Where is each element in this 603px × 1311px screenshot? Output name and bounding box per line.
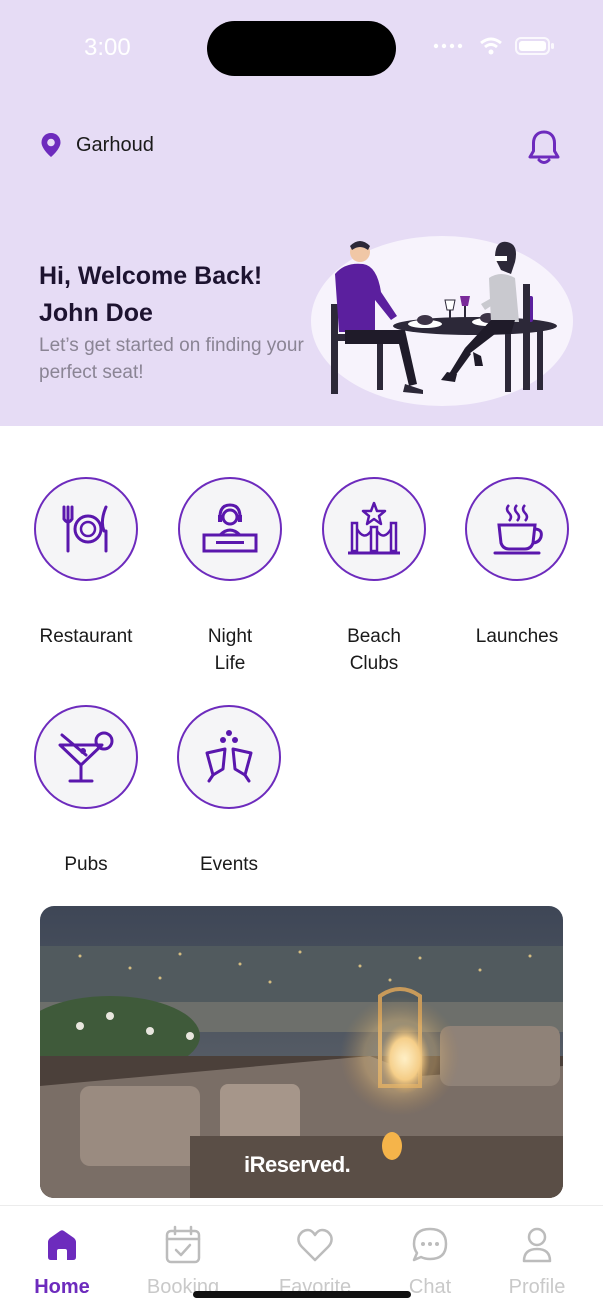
category-night-life[interactable]: Night Life: [160, 477, 300, 677]
coffee-cup-icon: [493, 504, 543, 555]
category-restaurant[interactable]: Restaurant: [16, 477, 156, 650]
tab-label: Profile: [508, 1276, 566, 1298]
stanchion-star-icon: [348, 501, 400, 555]
location-selector[interactable]: Garhoud: [40, 132, 154, 158]
location-pin-icon: [41, 133, 61, 157]
category-label: Night Life: [207, 626, 253, 674]
plate-cutlery-icon: [62, 505, 108, 553]
status-time: 3:00: [84, 34, 131, 61]
category-label: Launches: [475, 626, 559, 647]
location-name: Garhoud: [76, 133, 154, 156]
category-launches[interactable]: Launches: [447, 477, 587, 650]
welcome-subtitle: Let’s get started on finding your perfec…: [39, 335, 304, 383]
status-icons: [433, 36, 555, 56]
dining-couple-illustration: [311, 236, 573, 406]
category-label: Pubs: [64, 854, 108, 875]
promo-banner[interactable]: iReserved.: [40, 906, 563, 1198]
category-events[interactable]: Events: [159, 705, 299, 878]
tab-label: Home: [34, 1276, 90, 1298]
restaurant-circle: [34, 477, 138, 581]
profile-icon: [522, 1227, 552, 1263]
night-life-circle: [178, 477, 282, 581]
calendar-icon: [165, 1225, 201, 1264]
home-icon: [48, 1230, 76, 1260]
pubs-circle: [34, 705, 138, 809]
tab-booking[interactable]: Booking: [128, 1224, 238, 1299]
battery-icon: [515, 37, 554, 55]
home-indicator: [193, 1291, 411, 1298]
welcome-greeting: Hi, Welcome Back!: [39, 262, 263, 290]
chat-icon: [412, 1227, 448, 1262]
category-pubs[interactable]: Pubs: [16, 705, 156, 878]
tab-favorite[interactable]: Favorite: [260, 1224, 370, 1299]
tab-profile[interactable]: Profile: [482, 1224, 592, 1299]
wifi-icon: [480, 37, 502, 55]
bell-icon: [528, 130, 560, 164]
tab-home[interactable]: Home: [7, 1224, 117, 1299]
launches-circle: [465, 477, 569, 581]
tab-chat[interactable]: Chat: [375, 1224, 485, 1299]
category-label: Restaurant: [39, 626, 133, 647]
beach-clubs-circle: [322, 477, 426, 581]
banner-logo: iReserved.: [244, 1152, 351, 1177]
signal-icon: [433, 43, 463, 49]
category-label: Beach Clubs: [347, 626, 401, 674]
welcome-name: John Doe: [39, 299, 153, 327]
dj-icon: [202, 503, 258, 553]
heart-icon: [297, 1228, 333, 1262]
notification-button[interactable]: [526, 128, 562, 171]
category-label: Events: [199, 854, 259, 875]
dynamic-island: [207, 21, 396, 76]
welcome-heading: Hi, Welcome Back! John Doe: [39, 258, 262, 332]
status-bar: 3:00: [0, 0, 603, 96]
cocktail-icon: [58, 731, 114, 783]
events-circle: [177, 705, 281, 809]
cheers-icon: [205, 730, 253, 783]
category-beach-clubs[interactable]: Beach Clubs: [304, 477, 444, 677]
